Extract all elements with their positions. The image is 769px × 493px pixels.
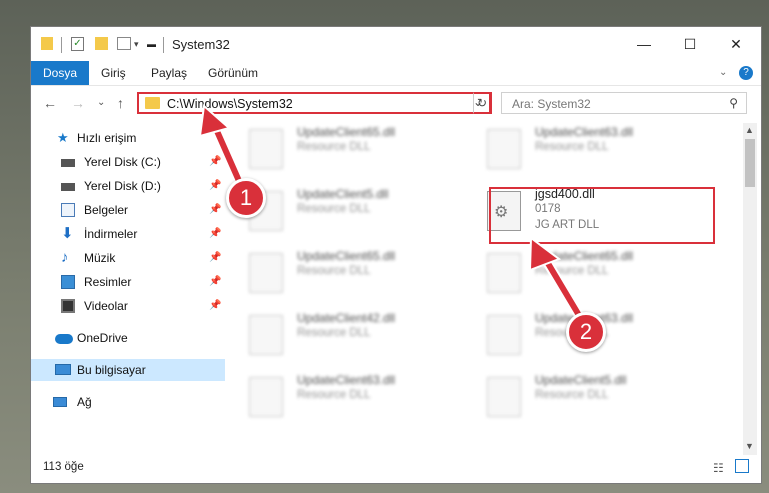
arrow-2 xyxy=(528,236,588,327)
annotation-arrows xyxy=(198,104,588,327)
step-badge-1: 1 xyxy=(226,178,266,218)
arrow-1 xyxy=(198,104,248,195)
step-badge-2: 2 xyxy=(566,312,606,352)
